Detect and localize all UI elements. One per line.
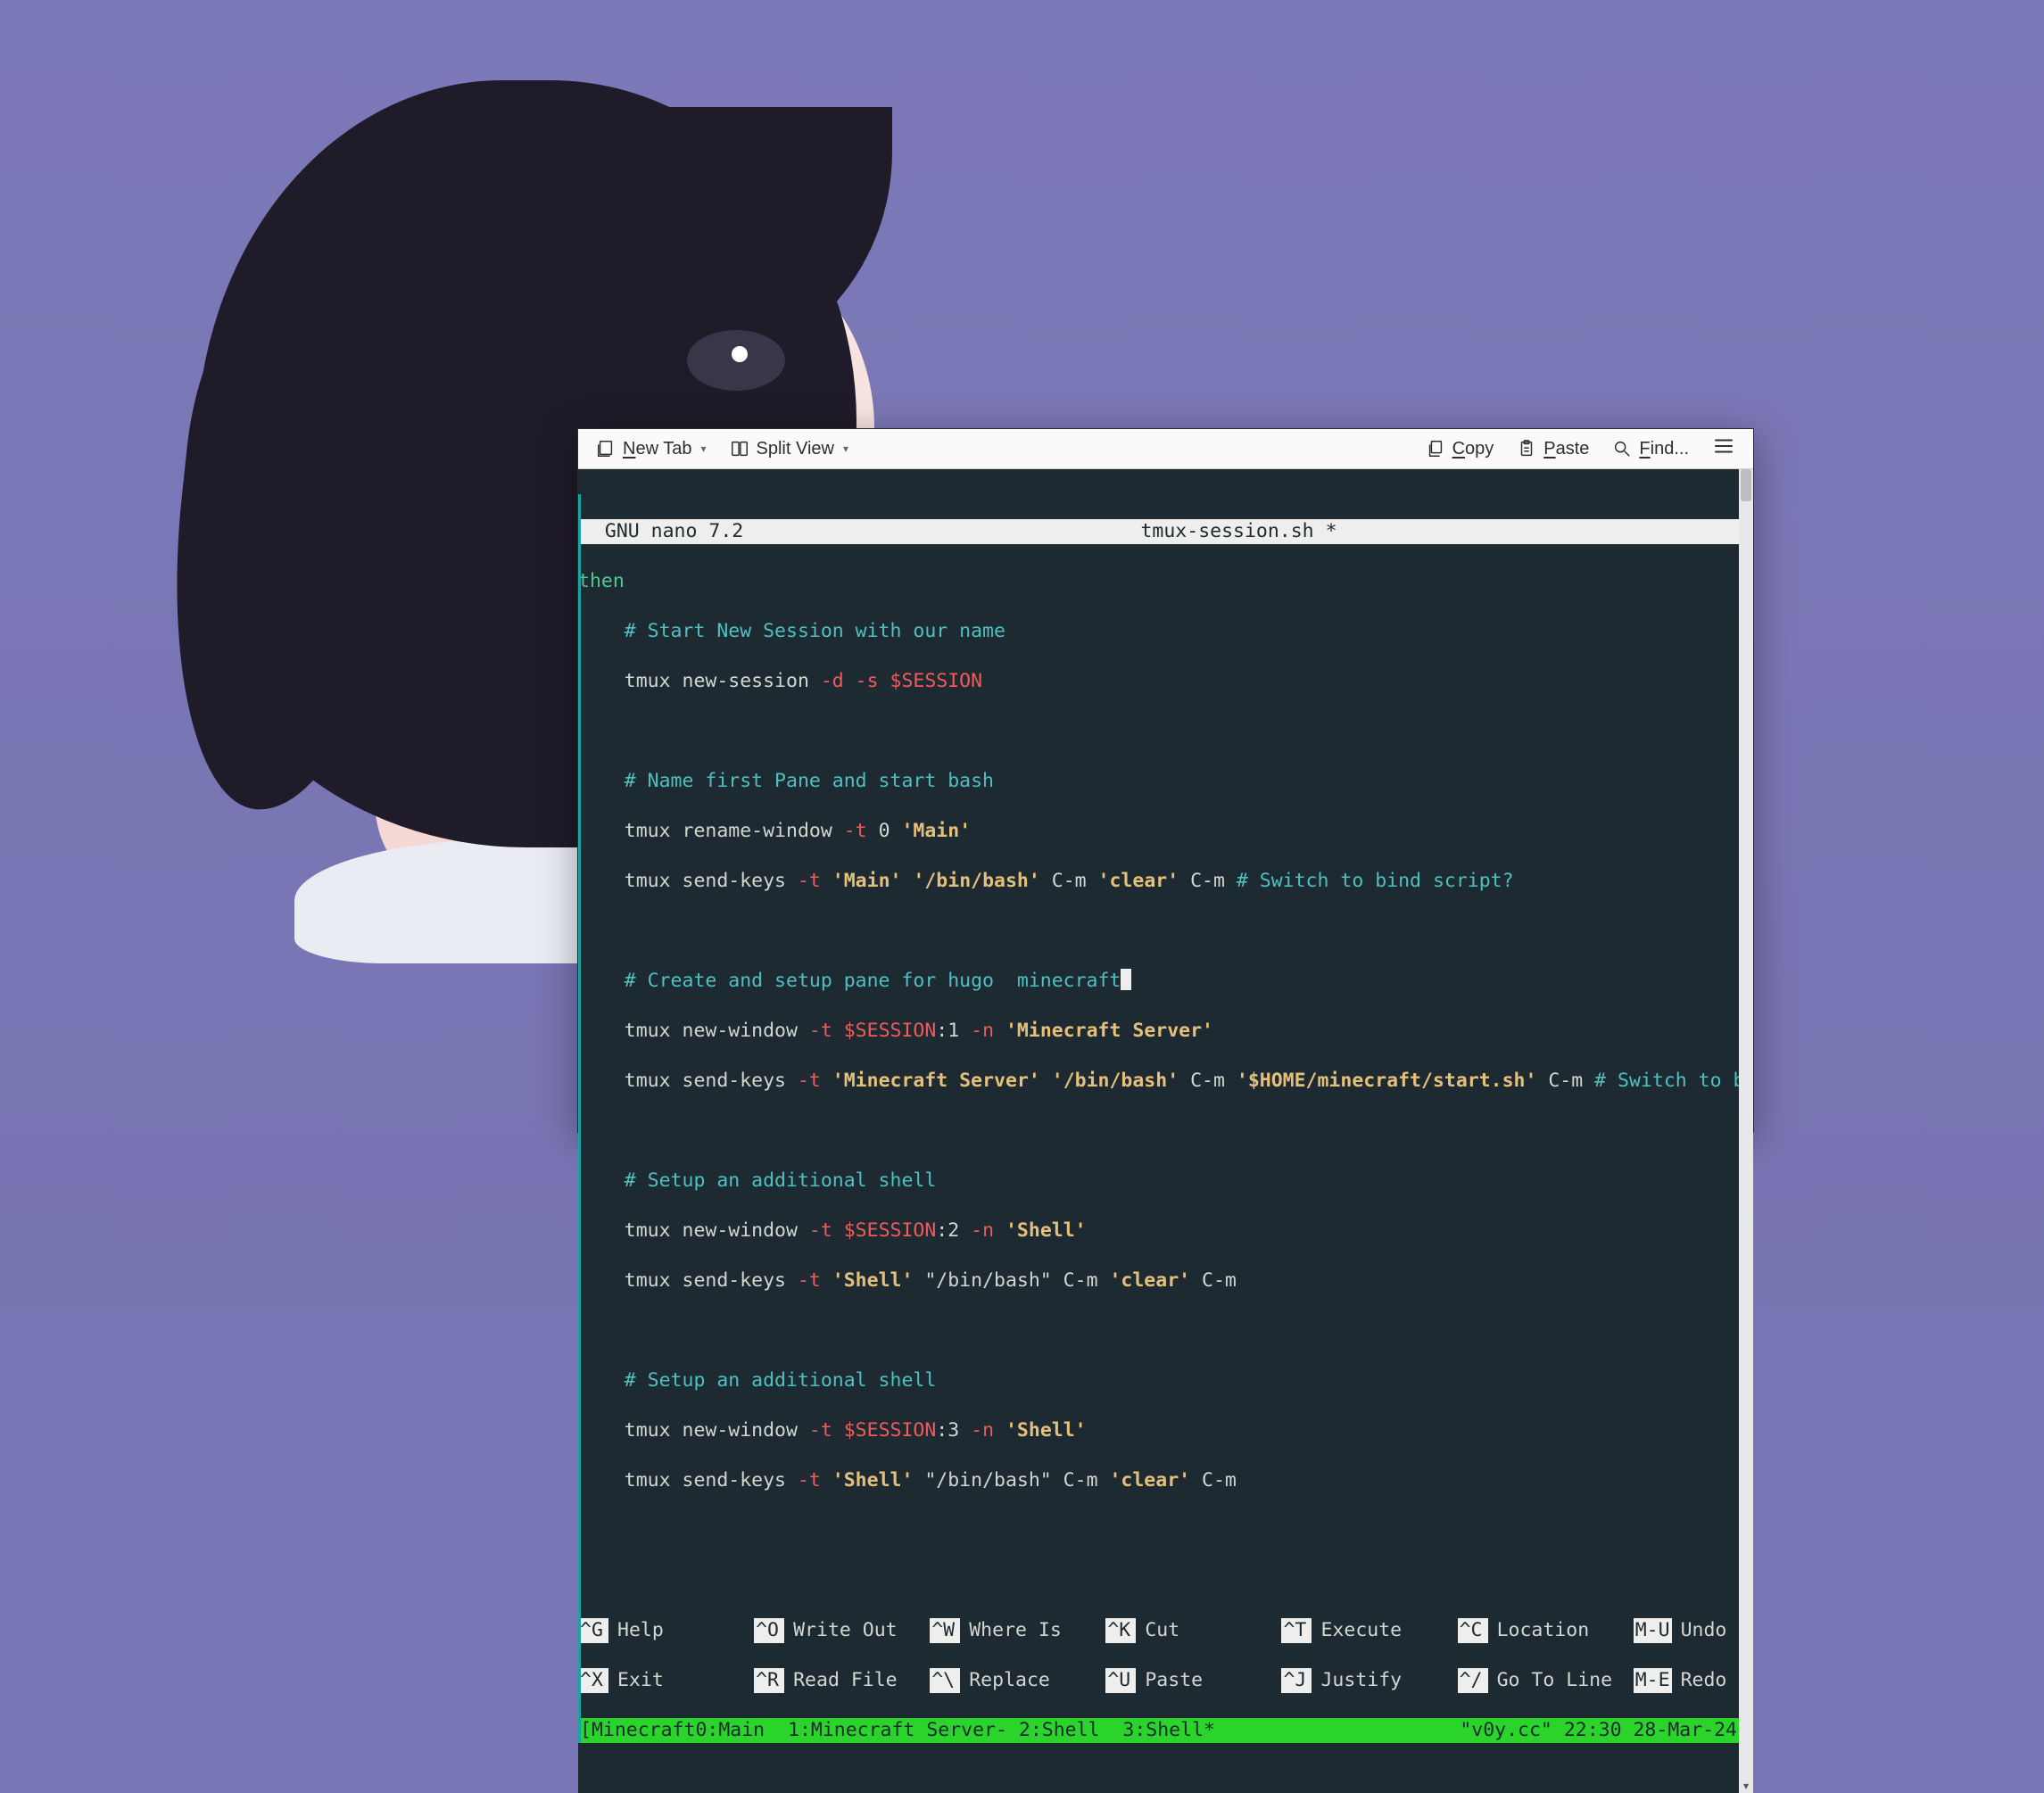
shortcut-label: Help bbox=[617, 1618, 664, 1643]
search-icon bbox=[1612, 439, 1632, 459]
scrollbar-down-arrow[interactable]: ▾ bbox=[1739, 1779, 1753, 1793]
paste-button[interactable]: Paste bbox=[1508, 434, 1598, 465]
window-toolbar: New Tab ▾ Split View ▾ Copy Paste Find..… bbox=[578, 429, 1753, 469]
tmux-status-left: [Minecraft0:Main 1:Minecraft Server- 2:S… bbox=[580, 1718, 1215, 1743]
code-line: tmux send-keys -t 'Shell' "/bin/bash" C-… bbox=[578, 1468, 1739, 1493]
code-line: # Setup an additional shell bbox=[578, 1169, 1739, 1194]
shortcut-key: ^R bbox=[754, 1668, 784, 1693]
code-line bbox=[578, 1568, 1739, 1593]
shortcut-label: Justify bbox=[1320, 1668, 1402, 1693]
code-line: tmux new-session -d -s $SESSION bbox=[578, 669, 1739, 694]
nano-shortcut: ^X Exit bbox=[578, 1668, 754, 1693]
shortcut-label: Read File bbox=[793, 1668, 898, 1693]
nano-shortcut: ^C Location bbox=[1458, 1618, 1634, 1643]
copy-button[interactable]: Copy bbox=[1417, 434, 1503, 465]
wallpaper-shape bbox=[687, 330, 785, 391]
shortcut-key: ^G bbox=[578, 1618, 608, 1643]
menu-button[interactable] bbox=[1703, 429, 1744, 468]
paste-icon bbox=[1517, 439, 1536, 459]
code-line: # Setup an additional shell bbox=[578, 1368, 1739, 1393]
code-line: # Start New Session with our name bbox=[578, 619, 1739, 644]
shortcut-key: ^K bbox=[1105, 1618, 1136, 1643]
tmux-status-right: "v0y.cc" 22:30 28-Mar-24 bbox=[1460, 1718, 1737, 1743]
code-line bbox=[578, 1518, 1739, 1543]
code-line: tmux send-keys -t 'Shell' "/bin/bash" C-… bbox=[578, 1268, 1739, 1293]
shortcut-label: Exit bbox=[617, 1668, 664, 1693]
tmux-pane-border bbox=[578, 494, 581, 1743]
code-line: tmux new-window -t $SESSION:1 -n 'Minecr… bbox=[578, 1019, 1739, 1044]
shortcut-label: Replace bbox=[969, 1668, 1050, 1693]
terminal-window: New Tab ▾ Split View ▾ Copy Paste Find..… bbox=[577, 428, 1754, 1133]
code-line: # Name first Pane and start bash bbox=[578, 769, 1739, 794]
code-line: tmux send-keys -t 'Main' '/bin/bash' C-m… bbox=[578, 869, 1739, 894]
copy-icon bbox=[1426, 439, 1445, 459]
nano-shortcut: ^R Read File bbox=[754, 1668, 930, 1693]
shortcut-key: ^J bbox=[1281, 1668, 1312, 1693]
code-line bbox=[578, 919, 1739, 944]
shortcut-key: ^C bbox=[1458, 1618, 1488, 1643]
split-view-icon bbox=[730, 439, 749, 459]
shortcut-key: M-U bbox=[1634, 1618, 1672, 1643]
nano-shortcut: M-E Redo bbox=[1634, 1668, 1739, 1693]
shortcut-key: ^X bbox=[578, 1668, 608, 1693]
chevron-down-icon[interactable]: ▾ bbox=[843, 442, 848, 455]
nano-shortcut: ^G Help bbox=[578, 1618, 754, 1643]
shortcut-label: Write Out bbox=[793, 1618, 898, 1643]
scrollbar-thumb[interactable] bbox=[1741, 469, 1751, 501]
chevron-down-icon[interactable]: ▾ bbox=[700, 442, 706, 455]
nano-shortcut: M-U Undo bbox=[1634, 1618, 1739, 1643]
find-button[interactable]: Find... bbox=[1603, 434, 1698, 465]
tmux-status-bar: [Minecraft0:Main 1:Minecraft Server- 2:S… bbox=[578, 1718, 1739, 1743]
code-line bbox=[578, 1119, 1739, 1144]
nano-shortcut: ^W Where Is bbox=[930, 1618, 1105, 1643]
shortcut-key: ^\ bbox=[930, 1668, 960, 1693]
split-view-button[interactable]: Split View ▾ bbox=[721, 434, 857, 465]
hamburger-icon bbox=[1712, 434, 1735, 458]
shortcut-label: Go To Line bbox=[1497, 1668, 1612, 1693]
code-line: # Create and setup pane for hugo minecra… bbox=[578, 969, 1739, 994]
shortcut-label: Undo bbox=[1681, 1618, 1727, 1643]
code-line bbox=[578, 1318, 1739, 1343]
new-tab-label: ew Tab bbox=[635, 439, 691, 459]
shortcut-label: Where Is bbox=[969, 1618, 1062, 1643]
nano-shortcut: ^K Cut bbox=[1105, 1618, 1281, 1643]
new-tab-button[interactable]: New Tab ▾ bbox=[587, 434, 716, 465]
shortcut-label: Execute bbox=[1320, 1618, 1402, 1643]
nano-shortcut-bar: ^X Exit ^R Read File ^\ Replace ^U Paste ^J Justi… bbox=[578, 1668, 1739, 1693]
shortcut-key: M-E bbox=[1634, 1668, 1672, 1693]
shortcut-label: Location bbox=[1497, 1618, 1590, 1643]
shortcut-label: Redo bbox=[1681, 1668, 1727, 1693]
code-line: tmux new-window -t $SESSION:3 -n 'Shell' bbox=[578, 1418, 1739, 1443]
code-line bbox=[578, 719, 1739, 744]
shortcut-key: ^/ bbox=[1458, 1668, 1488, 1693]
shortcut-label: Cut bbox=[1145, 1618, 1179, 1643]
code-line: tmux send-keys -t 'Minecraft Server' '/b… bbox=[578, 1069, 1739, 1094]
shortcut-key: ^W bbox=[930, 1618, 960, 1643]
code-line: then bbox=[578, 569, 1739, 594]
shortcut-key: ^O bbox=[754, 1618, 784, 1643]
scrollbar[interactable]: ▴ ▾ bbox=[1739, 469, 1753, 1793]
split-view-label: Split View bbox=[757, 439, 834, 459]
nano-shortcut: ^T Execute bbox=[1281, 1618, 1457, 1643]
nano-shortcut: ^/ Go To Line bbox=[1458, 1668, 1634, 1693]
shortcut-key: ^T bbox=[1281, 1618, 1312, 1643]
new-tab-label-u: N bbox=[623, 439, 635, 459]
nano-shortcut: ^U Paste bbox=[1105, 1668, 1281, 1693]
text-cursor bbox=[1121, 969, 1131, 990]
nano-titlebar: GNU nano 7.2tmux-session.sh * bbox=[578, 519, 1739, 544]
nano-shortcut: ^\ Replace bbox=[930, 1668, 1105, 1693]
code-line: tmux rename-window -t 0 'Main' bbox=[578, 819, 1739, 844]
shortcut-key: ^U bbox=[1105, 1668, 1136, 1693]
nano-shortcut-bar: ^G Help ^O Write Out ^W Where Is ^K Cut ^T Execut… bbox=[578, 1618, 1739, 1643]
terminal-emulator[interactable]: GNU nano 7.2tmux-session.sh * then # Sta… bbox=[578, 469, 1739, 1793]
nano-shortcut: ^J Justify bbox=[1281, 1668, 1457, 1693]
nano-shortcut: ^O Write Out bbox=[754, 1618, 930, 1643]
code-line: tmux new-window -t $SESSION:2 -n 'Shell' bbox=[578, 1219, 1739, 1244]
shortcut-label: Paste bbox=[1145, 1668, 1203, 1693]
new-tab-icon bbox=[596, 439, 616, 459]
